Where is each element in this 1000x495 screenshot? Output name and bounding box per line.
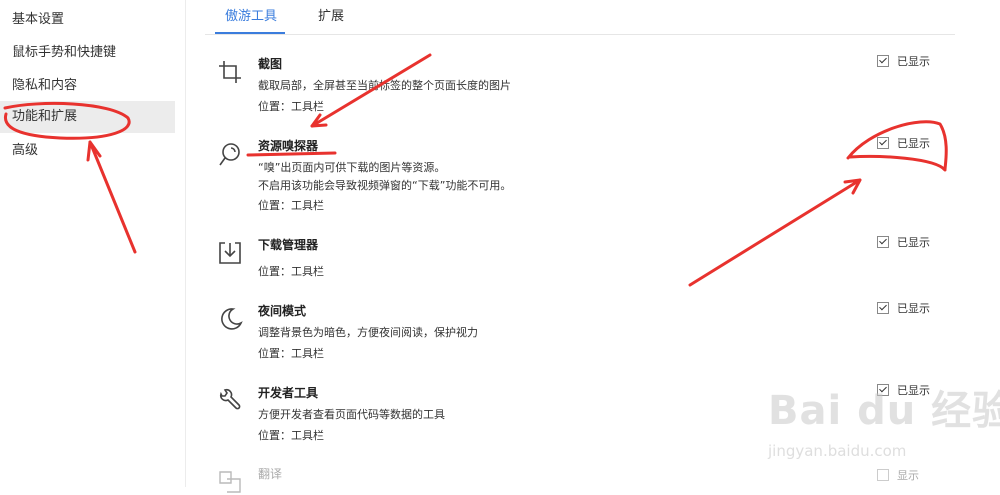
- tab-extensions[interactable]: 扩展: [318, 0, 344, 34]
- checkbox-label: 已显示: [897, 302, 930, 315]
- feature-location: 位置：工具栏: [258, 199, 324, 212]
- feature-row-download-manager: 下载管理器 位置：工具栏 已显示: [215, 236, 955, 281]
- feature-title: 翻译: [258, 467, 283, 481]
- checkbox-label: 已显示: [897, 236, 930, 249]
- crop-icon: [217, 59, 243, 85]
- feature-title: 开发者工具: [258, 386, 319, 400]
- feature-row-translate: 翻译 显示: [215, 465, 955, 493]
- sidebar-item-advanced[interactable]: 高级: [0, 135, 175, 167]
- sidebar-item-basic[interactable]: 基本设置: [0, 4, 175, 36]
- show-checkbox-download-manager[interactable]: 已显示: [877, 236, 930, 250]
- feature-description: 调整背景色为暗色，方便夜间阅读，保护视力: [258, 326, 478, 339]
- feature-title: 下载管理器: [258, 238, 319, 252]
- show-checkbox-translate[interactable]: 显示: [877, 469, 919, 483]
- watermark-url: jingyan.baidu.com: [768, 442, 907, 460]
- feature-description-line2: 不启用该功能会导致视频弹窗的“下载”功能不可用。: [258, 179, 512, 192]
- tab-bar: 傲游工具 扩展: [205, 0, 955, 35]
- feature-location: 位置：工具栏: [258, 265, 324, 278]
- checkbox-label: 已显示: [897, 384, 930, 397]
- checkbox-mark: [877, 236, 889, 248]
- wrench-icon: [217, 388, 243, 414]
- sidebar-item-privacy[interactable]: 隐私和内容: [0, 70, 175, 102]
- checkbox-mark: [877, 469, 889, 481]
- checkbox-mark: [877, 384, 889, 396]
- sidebar-item-mouse-shortcuts[interactable]: 鼠标手势和快捷键: [0, 37, 175, 69]
- feature-location: 位置：工具栏: [258, 429, 324, 442]
- feature-title: 资源嗅探器: [258, 139, 319, 153]
- show-checkbox-resource-sniffer[interactable]: 已显示: [877, 137, 930, 151]
- feature-row-night-mode: 夜间模式 调整背景色为暗色，方便夜间阅读，保护视力 位置：工具栏 已显示: [215, 302, 955, 362]
- show-checkbox-developer-tools[interactable]: 已显示: [877, 384, 930, 398]
- checkbox-mark: [877, 55, 889, 67]
- checkbox-label: 已显示: [897, 55, 930, 68]
- sniffer-icon: [217, 141, 243, 167]
- feature-description: “嗅”出页面内可供下载的图片等资源。: [258, 161, 446, 174]
- checkbox-mark: [877, 137, 889, 149]
- feature-row-developer-tools: 开发者工具 方便开发者查看页面代码等数据的工具 位置：工具栏 已显示: [215, 384, 955, 444]
- active-tab-indicator: [215, 32, 285, 34]
- checkbox-label: 显示: [897, 469, 919, 482]
- tab-maxthon-tools[interactable]: 傲游工具: [225, 0, 277, 34]
- moon-icon: [217, 306, 243, 332]
- download-icon: [217, 240, 243, 266]
- feature-location: 位置：工具栏: [258, 347, 324, 360]
- translate-icon: [217, 469, 243, 495]
- show-checkbox-night-mode[interactable]: 已显示: [877, 302, 930, 316]
- checkbox-label: 已显示: [897, 137, 930, 150]
- checkbox-mark: [877, 302, 889, 314]
- feature-description: 方便开发者查看页面代码等数据的工具: [258, 408, 445, 421]
- sidebar-item-features[interactable]: 功能和扩展: [0, 101, 175, 133]
- feature-title: 夜间模式: [258, 304, 307, 318]
- feature-title: 截图: [258, 57, 283, 71]
- feature-location: 位置：工具栏: [258, 100, 324, 113]
- feature-row-resource-sniffer: 资源嗅探器 “嗅”出页面内可供下载的图片等资源。 不启用该功能会导致视频弹窗的“…: [215, 137, 955, 217]
- settings-sidebar: 基本设置 鼠标手势和快捷键 隐私和内容 功能和扩展 高级: [0, 0, 186, 487]
- feature-description: 截取局部，全屏甚至当前标签的整个页面长度的图片: [258, 79, 511, 92]
- show-checkbox-screenshot[interactable]: 已显示: [877, 55, 930, 69]
- feature-row-screenshot: 截图 截取局部，全屏甚至当前标签的整个页面长度的图片 位置：工具栏 已显示: [215, 55, 955, 115]
